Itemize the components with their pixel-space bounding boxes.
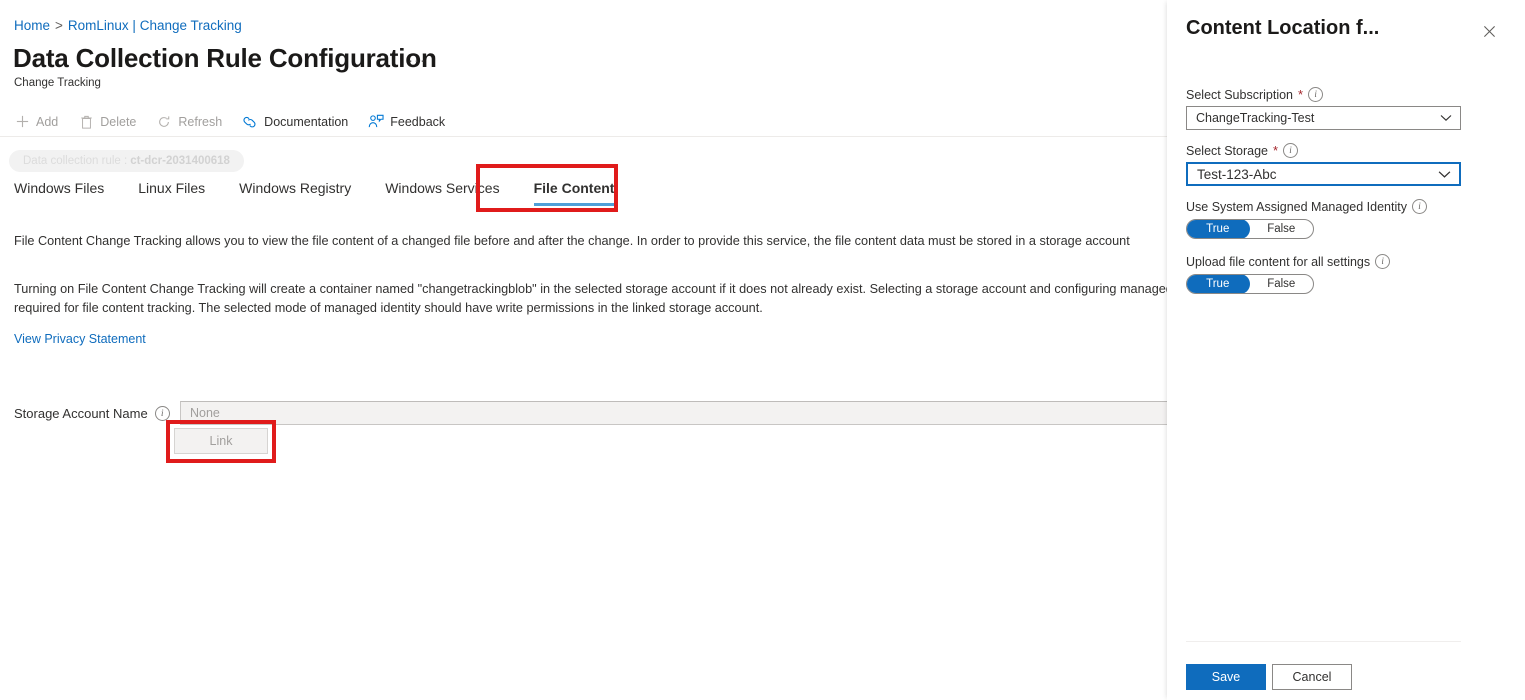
tab-list: Windows Files Linux Files Windows Regist… (14, 180, 614, 206)
upload-all-settings-toggle[interactable]: True False (1186, 274, 1314, 294)
upload-all-settings-toggle-true[interactable]: True (1187, 275, 1250, 293)
upload-all-settings-label: Upload file content for all settings i (1186, 254, 1391, 269)
command-add[interactable]: Add (14, 114, 58, 130)
info-icon[interactable]: i (1283, 143, 1299, 158)
tab-file-content[interactable]: File Content (533, 180, 615, 206)
select-subscription-label: Select Subscription * i (1186, 87, 1324, 102)
select-subscription-value: ChangeTracking-Test (1196, 111, 1315, 125)
tab-linux-files-label: Linux Files (138, 180, 206, 196)
main-blade: Home > RomLinux | Change Tracking Data Col… (0, 0, 1167, 700)
link-button[interactable]: Link (174, 428, 268, 454)
info-icon[interactable]: i (1411, 199, 1427, 214)
upload-all-settings-toggle-false[interactable]: False (1250, 275, 1314, 293)
file-content-description-1: File Content Change Tracking allows you … (14, 234, 1130, 248)
tab-windows-registry-label: Windows Registry (239, 180, 352, 196)
panel-footer-divider (1186, 641, 1461, 642)
required-indicator: * (1273, 143, 1279, 158)
file-content-description-2: Turning on File Content Change Tracking … (14, 282, 1167, 315)
tab-file-content-label: File Content (533, 180, 615, 196)
plus-icon (14, 114, 30, 130)
command-feedback[interactable]: Feedback (368, 114, 445, 130)
breadcrumb-separator: > (55, 18, 63, 33)
link-button-label: Link (209, 434, 233, 448)
select-storage-label: Select Storage * i (1186, 143, 1299, 158)
command-add-label: Add (36, 114, 59, 129)
tab-windows-services-label: Windows Services (385, 180, 500, 196)
cancel-button-label: Cancel (1292, 670, 1332, 684)
select-storage-text: Select Storage (1186, 143, 1268, 158)
managed-identity-toggle-true[interactable]: True (1187, 220, 1250, 238)
command-refresh[interactable]: Refresh (156, 114, 222, 130)
panel-footer: Save Cancel (1186, 664, 1352, 690)
storage-account-name-label: Storage Account Name i (14, 406, 170, 421)
storage-account-name-value: None (190, 406, 220, 420)
page-title: Data Collection Rule Configuration (13, 43, 437, 73)
panel-title: Content Location f... (1186, 17, 1380, 39)
command-delete-label: Delete (100, 114, 137, 129)
command-documentation[interactable]: Documentation (242, 114, 348, 130)
command-feedback-label: Feedback (390, 114, 446, 129)
feedback-icon (368, 114, 384, 130)
cancel-button[interactable]: Cancel (1272, 664, 1352, 690)
chevron-down-icon (1440, 114, 1452, 122)
chevron-down-icon (1438, 170, 1451, 179)
scope-chip-value: ct-dcr-2031400618 (130, 155, 230, 167)
scope-chip[interactable]: Data collection rule : ct-dcr-2031400618 (9, 150, 244, 172)
tab-windows-files-label: Windows Files (14, 180, 105, 196)
required-indicator: * (1298, 87, 1304, 102)
breadcrumb-home[interactable]: Home (14, 18, 50, 33)
info-icon[interactable]: i (154, 406, 170, 421)
select-subscription-dropdown[interactable]: ChangeTracking-Test (1186, 106, 1461, 130)
managed-identity-toggle-false[interactable]: False (1250, 220, 1314, 238)
content-location-panel: Content Location f... Select Subscriptio… (1167, 0, 1525, 700)
tab-windows-registry[interactable]: Windows Registry (239, 180, 351, 206)
tab-windows-services[interactable]: Windows Services (385, 180, 499, 206)
command-documentation-label: Documentation (264, 114, 349, 129)
save-button[interactable]: Save (1186, 664, 1266, 690)
page-subtitle: Change Tracking (14, 77, 101, 89)
save-button-label: Save (1211, 670, 1241, 684)
close-icon[interactable] (1479, 21, 1499, 41)
info-icon[interactable]: i (1375, 254, 1391, 269)
command-delete[interactable]: Delete (78, 114, 136, 130)
select-subscription-text: Select Subscription (1186, 87, 1294, 102)
documentation-icon (242, 114, 258, 130)
storage-account-name-text: Storage Account Name (14, 406, 148, 421)
managed-identity-toggle[interactable]: True False (1186, 219, 1314, 239)
page-title-more-menu[interactable]: ··· (408, 52, 426, 69)
command-bar: Add Delete Refresh Documentation Feedbac (0, 106, 1167, 137)
breadcrumb-current[interactable]: RomLinux | Change Tracking (68, 18, 242, 33)
command-refresh-label: Refresh (178, 114, 223, 129)
storage-account-name-input[interactable]: None (180, 401, 1167, 425)
upload-all-settings-text: Upload file content for all settings (1186, 254, 1371, 269)
info-icon[interactable]: i (1308, 87, 1324, 102)
trash-icon (78, 114, 94, 130)
select-storage-value: Test-123-Abc (1197, 166, 1277, 182)
select-storage-dropdown[interactable]: Test-123-Abc (1186, 162, 1461, 186)
managed-identity-text: Use System Assigned Managed Identity (1186, 199, 1407, 214)
breadcrumb: Home > RomLinux | Change Tracking (14, 18, 242, 33)
tab-linux-files[interactable]: Linux Files (138, 180, 205, 206)
scope-chip-prefix: Data collection rule : (23, 155, 128, 167)
view-privacy-statement-link[interactable]: View Privacy Statement (14, 332, 146, 346)
refresh-icon (156, 114, 172, 130)
tab-windows-files[interactable]: Windows Files (14, 180, 104, 206)
managed-identity-label: Use System Assigned Managed Identity i (1186, 199, 1427, 214)
